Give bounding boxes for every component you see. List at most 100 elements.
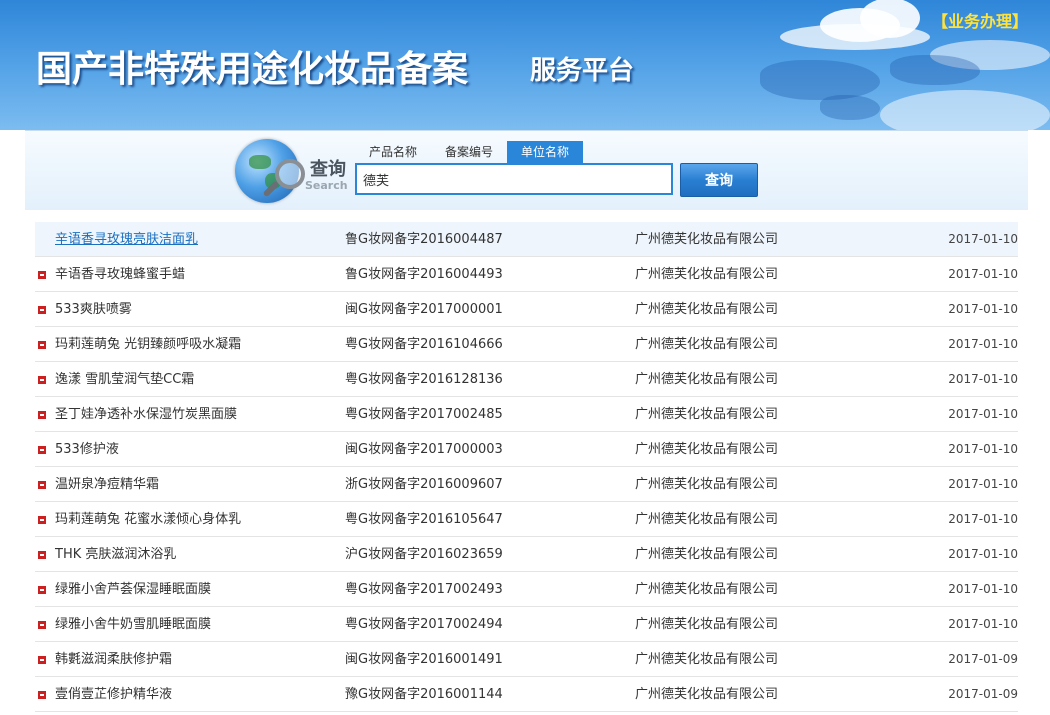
result-row: 圣丁娃净透补水保湿竹炭黑面膜 粤G妆网备字2017002485 广州德芙化妆品有限公… bbox=[35, 397, 1018, 432]
product-name-link[interactable]: 温妍泉净痘精华霜 bbox=[55, 467, 159, 502]
search-heading-en: Search bbox=[305, 179, 348, 192]
record-number: 鲁G妆网备字2016004493 bbox=[345, 267, 503, 282]
product-name-link[interactable]: 圣丁娃净透补水保湿竹炭黑面膜 bbox=[55, 397, 237, 432]
record-date: 2017-01-10 bbox=[948, 582, 1018, 596]
record-date: 2017-01-10 bbox=[948, 617, 1018, 631]
result-row: 绿雅小舍芦荟保湿睡眠面膜 粤G妆网备字2017002493 广州德芙化妆品有限公司 2… bbox=[35, 572, 1018, 607]
search-panel: 查询 Search 产品名称 备案编号 单位名称 查询 bbox=[25, 130, 1028, 210]
record-number: 粤G妆网备字2016104666 bbox=[345, 337, 503, 352]
world-map-decoration bbox=[820, 95, 880, 120]
tab-company-name[interactable]: 单位名称 bbox=[507, 141, 584, 163]
company-name: 广州德芙化妆品有限公司 bbox=[635, 512, 779, 527]
bullet-icon bbox=[38, 306, 46, 314]
record-number: 粤G妆网备字2017002493 bbox=[345, 582, 503, 597]
product-name-link[interactable]: 533修护液 bbox=[55, 432, 119, 467]
bullet-icon bbox=[38, 341, 46, 349]
product-name-link[interactable]: 辛语香寻玫瑰蜂蜜手蜡 bbox=[55, 257, 185, 292]
header-banner: 国产非特殊用途化妆品备案 服务平台 【业务办理】 bbox=[0, 0, 1050, 130]
record-number: 闽G妆网备字2017000001 bbox=[345, 302, 503, 317]
result-row: 温妍泉净痘精华霜 浙G妆网备字2016009607 广州德芙化妆品有限公司 2017-… bbox=[35, 467, 1018, 502]
business-link[interactable]: 【业务办理】 bbox=[932, 8, 1028, 32]
result-row: 玛莉莲萌兔 花蜜水漾倾心身体乳 粤G妆网备字2016105647 广州德芙化妆品有限… bbox=[35, 502, 1018, 537]
company-name: 广州德芙化妆品有限公司 bbox=[635, 652, 779, 667]
product-name-link[interactable]: 韩氀滋润柔肤修护霜 bbox=[55, 642, 172, 677]
result-row: 辛语香寻玫瑰蜂蜜手蜡 鲁G妆网备字2016004493 广州德芙化妆品有限公司 201… bbox=[35, 257, 1018, 292]
company-name: 广州德芙化妆品有限公司 bbox=[635, 442, 779, 457]
result-row: 辛语香寻玫瑰亮肤洁面乳 鲁G妆网备字2016004487 广州德芙化妆品有限公司 20… bbox=[35, 222, 1018, 257]
bullet-icon bbox=[38, 376, 46, 384]
product-name-link[interactable]: 壹俏壹芷修护精华液 bbox=[55, 677, 172, 712]
product-name-link[interactable]: 逸漾 雪肌莹润气垫CC霜 bbox=[55, 362, 194, 397]
record-date: 2017-01-10 bbox=[948, 337, 1018, 351]
record-number: 浙G妆网备字2016009607 bbox=[345, 477, 503, 492]
record-date: 2017-01-09 bbox=[948, 687, 1018, 701]
results-list: 辛语香寻玫瑰亮肤洁面乳 鲁G妆网备字2016004487 广州德芙化妆品有限公司 20… bbox=[35, 222, 1018, 712]
tab-record-number[interactable]: 备案编号 bbox=[431, 141, 507, 163]
record-date: 2017-01-10 bbox=[948, 407, 1018, 421]
record-date: 2017-01-10 bbox=[948, 442, 1018, 456]
magnifier-icon bbox=[275, 159, 305, 189]
result-row: 533爽肤喷雾 闽G妆网备字2017000001 广州德芙化妆品有限公司 2017-0… bbox=[35, 292, 1018, 327]
record-date: 2017-01-10 bbox=[948, 512, 1018, 526]
company-name: 广州德芙化妆品有限公司 bbox=[635, 267, 779, 282]
result-row: 壹俏壹芷修护精华液 豫G妆网备字2016001144 广州德芙化妆品有限公司 2017… bbox=[35, 677, 1018, 712]
product-name-link[interactable]: 绿雅小舍牛奶雪肌睡眠面膜 bbox=[55, 607, 211, 642]
site-subtitle: 服务平台 bbox=[530, 56, 635, 86]
bullet-icon bbox=[38, 271, 46, 279]
result-row: THK 亮肤滋润沐浴乳 沪G妆网备字2016023659 广州德芙化妆品有限公司 20… bbox=[35, 537, 1018, 572]
product-name-link[interactable]: 绿雅小舍芦荟保湿睡眠面膜 bbox=[55, 572, 211, 607]
record-date: 2017-01-10 bbox=[948, 302, 1018, 316]
search-input[interactable] bbox=[355, 163, 673, 195]
record-number: 粤G妆网备字2017002494 bbox=[345, 617, 503, 632]
product-name-link[interactable]: 辛语香寻玫瑰亮肤洁面乳 bbox=[55, 222, 198, 257]
result-row: 逸漾 雪肌莹润气垫CC霜 粤G妆网备字2016128136 广州德芙化妆品有限公司 2… bbox=[35, 362, 1018, 397]
result-row: 绿雅小舍牛奶雪肌睡眠面膜 粤G妆网备字2017002494 广州德芙化妆品有限公司 2… bbox=[35, 607, 1018, 642]
record-number: 闽G妆网备字2017000003 bbox=[345, 442, 503, 457]
company-name: 广州德芙化妆品有限公司 bbox=[635, 302, 779, 317]
bullet-icon bbox=[38, 691, 46, 699]
result-row: 韩氀滋润柔肤修护霜 闽G妆网备字2016001491 广州德芙化妆品有限公司 2017… bbox=[35, 642, 1018, 677]
company-name: 广州德芙化妆品有限公司 bbox=[635, 372, 779, 387]
record-number: 粤G妆网备字2016105647 bbox=[345, 512, 503, 527]
bullet-icon bbox=[38, 551, 46, 559]
company-name: 广州德芙化妆品有限公司 bbox=[635, 337, 779, 352]
record-date: 2017-01-10 bbox=[948, 477, 1018, 491]
company-name: 广州德芙化妆品有限公司 bbox=[635, 617, 779, 632]
company-name: 广州德芙化妆品有限公司 bbox=[635, 687, 779, 702]
record-date: 2017-01-10 bbox=[948, 232, 1018, 246]
product-name-link[interactable]: 玛莉莲萌兔 花蜜水漾倾心身体乳 bbox=[55, 502, 241, 537]
search-heading: 查询 bbox=[310, 159, 346, 180]
company-name: 广州德芙化妆品有限公司 bbox=[635, 407, 779, 422]
record-number: 粤G妆网备字2016128136 bbox=[345, 372, 503, 387]
bullet-icon bbox=[38, 586, 46, 594]
world-map-decoration bbox=[890, 55, 980, 85]
record-date: 2017-01-10 bbox=[948, 267, 1018, 281]
search-tabs: 产品名称 备案编号 单位名称 bbox=[355, 141, 584, 163]
company-name: 广州德芙化妆品有限公司 bbox=[635, 582, 779, 597]
company-name: 广州德芙化妆品有限公司 bbox=[635, 232, 779, 247]
bullet-icon bbox=[38, 621, 46, 629]
record-number: 沪G妆网备字2016023659 bbox=[345, 547, 503, 562]
result-row: 玛莉莲萌兔 光钥臻颜呼吸水凝霜 粤G妆网备字2016104666 广州德芙化妆品有限… bbox=[35, 327, 1018, 362]
product-name-link[interactable]: 玛莉莲萌兔 光钥臻颜呼吸水凝霜 bbox=[55, 327, 241, 362]
bullet-icon bbox=[38, 446, 46, 454]
record-number: 豫G妆网备字2016001144 bbox=[345, 687, 503, 702]
tab-product-name[interactable]: 产品名称 bbox=[355, 141, 431, 163]
bullet-icon bbox=[38, 656, 46, 664]
cloud-decoration bbox=[880, 90, 1050, 130]
company-name: 广州德芙化妆品有限公司 bbox=[635, 477, 779, 492]
record-number: 粤G妆网备字2017002485 bbox=[345, 407, 503, 422]
record-date: 2017-01-10 bbox=[948, 372, 1018, 386]
bullet-icon bbox=[38, 516, 46, 524]
site-title: 国产非特殊用途化妆品备案 bbox=[36, 48, 469, 90]
record-date: 2017-01-09 bbox=[948, 652, 1018, 666]
record-date: 2017-01-10 bbox=[948, 547, 1018, 561]
bullet-icon bbox=[38, 411, 46, 419]
product-name-link[interactable]: THK 亮肤滋润沐浴乳 bbox=[55, 537, 176, 572]
world-map-decoration bbox=[760, 60, 880, 100]
company-name: 广州德芙化妆品有限公司 bbox=[635, 547, 779, 562]
search-button[interactable]: 查询 bbox=[680, 163, 758, 197]
result-row: 533修护液 闽G妆网备字2017000003 广州德芙化妆品有限公司 2017-01… bbox=[35, 432, 1018, 467]
product-name-link[interactable]: 533爽肤喷雾 bbox=[55, 292, 132, 327]
record-number: 闽G妆网备字2016001491 bbox=[345, 652, 503, 667]
